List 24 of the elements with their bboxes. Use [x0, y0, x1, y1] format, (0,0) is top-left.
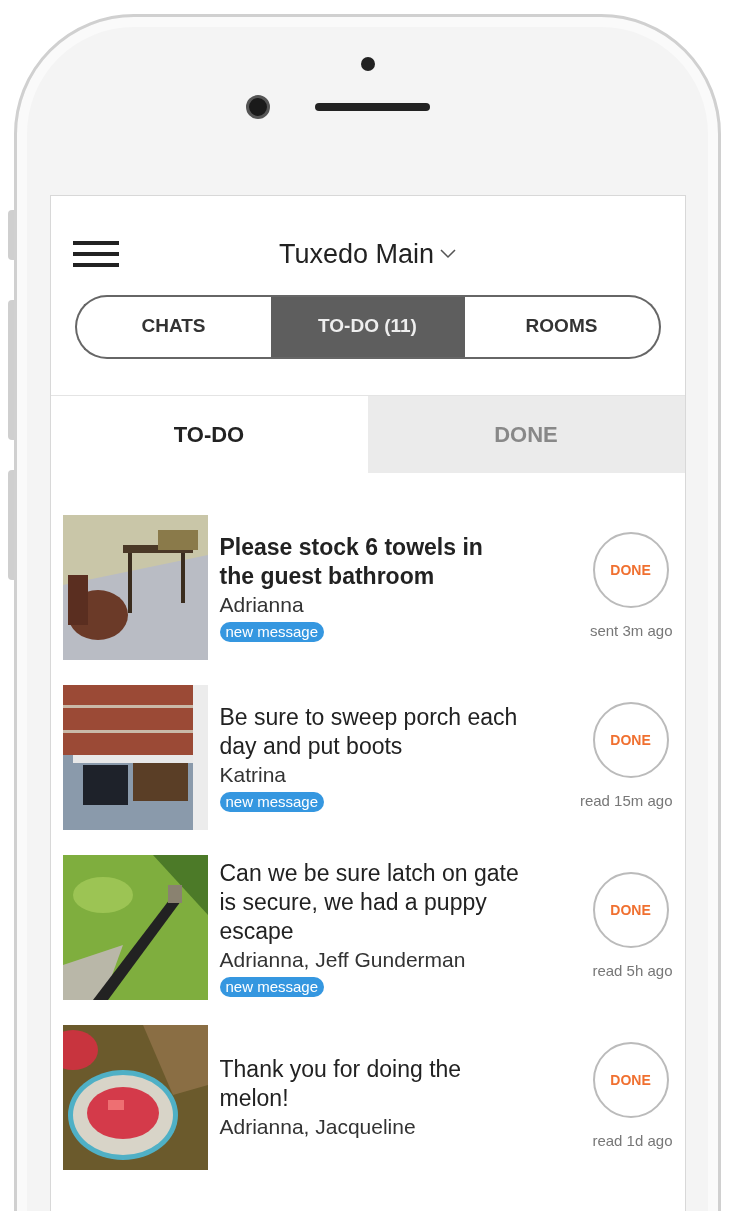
timestamp: sent 3m ago [589, 621, 673, 642]
task-people: Katrina [219, 762, 288, 788]
timestamp: read 1d ago [592, 1131, 673, 1152]
segment-tab[interactable]: CHATS [74, 294, 271, 359]
camera-icon [360, 57, 375, 71]
task-title[interactable]: Please stock 6 towels in the guest bathroom [219, 533, 523, 591]
task-people: Adrianna, Jeff Gunderman [219, 946, 467, 973]
location-title[interactable]: Tuxedo Main [278, 234, 435, 275]
chevron-down-icon[interactable] [440, 249, 457, 260]
task-title[interactable]: Can we be sure latch on gate is secure, we had a puppy escape [219, 858, 523, 946]
timestamp: read 5h ago [592, 961, 673, 982]
speaker-icon [314, 103, 430, 111]
new-message-badge: new message [219, 622, 325, 642]
segment-tab[interactable]: TO-DO (11) [270, 294, 465, 359]
segment-tab[interactable]: ROOMS [464, 294, 661, 359]
new-message-badge: new message [219, 792, 325, 812]
timestamp: read 15m ago [579, 791, 673, 812]
camera-icon [245, 95, 270, 119]
task-title[interactable]: Thank you for doing the melon! [219, 1055, 523, 1113]
new-message-badge: new message [219, 976, 325, 997]
task-people: Adrianna [219, 592, 305, 618]
menu-icon[interactable] [72, 241, 119, 268]
task-title[interactable]: Be sure to sweep porch each day and put boots [219, 703, 523, 761]
task-people: Adrianna, Jacqueline [219, 1114, 417, 1140]
